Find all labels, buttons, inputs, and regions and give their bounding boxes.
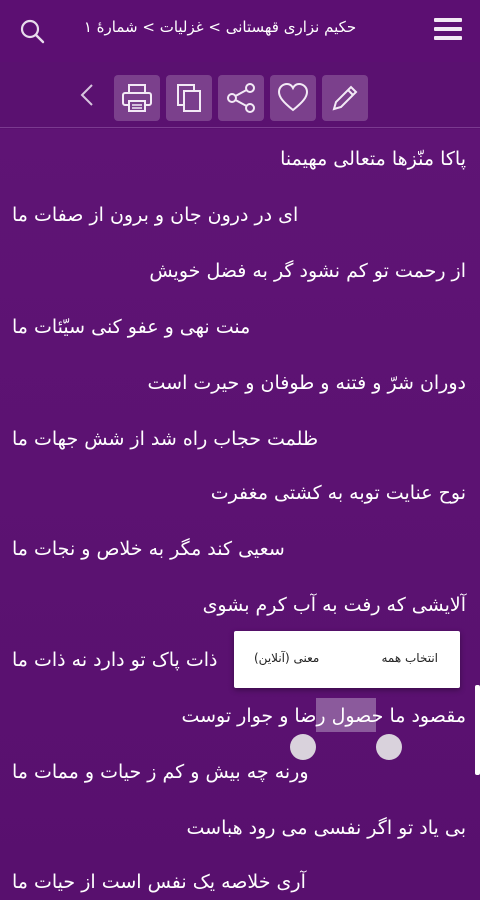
verse-line[interactable]: سعیی کند مگر به خلاص و نجات ما <box>0 521 480 577</box>
verse-line[interactable]: ورنه چه بیش و کم ز حیات و ممات ما <box>0 744 480 800</box>
verse-line[interactable]: منت نهی و عفو کنی سیّئات ما <box>0 299 480 355</box>
copy-icon <box>177 84 201 112</box>
search-icon[interactable] <box>18 17 46 45</box>
verse-line[interactable]: پاکا منّزها متعالی مهیمنا <box>0 131 480 187</box>
breadcrumb: حکیم نزاری قهستانی > غزلیات > شمارهٔ ۱ <box>83 18 357 36</box>
scrollbar[interactable] <box>475 685 480 775</box>
selection-end-handle[interactable] <box>376 734 402 760</box>
hamburger-menu-icon[interactable] <box>434 18 462 42</box>
toolbar <box>0 62 480 128</box>
selection-context-menu: انتخاب همه معنی (آنلاین) <box>234 631 460 688</box>
verse-line[interactable]: دوران شرّ و فتنه و طوفان و حیرت است <box>0 355 480 411</box>
verse-line[interactable]: مقصود ما حصول رضا و جوار توست <box>0 688 480 744</box>
verse-line[interactable]: ظلمت حجاب راه شد از شش جهات ما <box>0 411 480 467</box>
favorite-button[interactable] <box>270 75 316 121</box>
verse-line[interactable]: از رحمت تو کم نشود گر به فضل خویش <box>0 243 480 299</box>
edit-button[interactable] <box>322 75 368 121</box>
print-icon <box>122 84 152 112</box>
print-button[interactable] <box>114 75 160 121</box>
selection-start-handle[interactable] <box>290 734 316 760</box>
app-header: حکیم نزاری قهستانی > غزلیات > شمارهٔ ۱ <box>0 0 480 62</box>
meaning-online-option[interactable]: معنی (آنلاین) <box>254 651 319 665</box>
verse-line[interactable]: آری خلاصه یک نفس است از حیات ما <box>0 854 480 900</box>
chevron-left-icon[interactable] <box>76 82 100 108</box>
edit-icon <box>332 85 358 111</box>
verse-line[interactable]: ای در درون جان و برون از صفات ما <box>0 187 480 243</box>
verse-line[interactable]: آلایشی که رفت به آب کرم بشوی <box>0 577 480 633</box>
share-icon <box>227 83 255 113</box>
copy-button[interactable] <box>166 75 212 121</box>
verse-line[interactable]: نوح عنایت توبه به کشتی مغفرت <box>0 465 480 521</box>
select-all-option[interactable]: انتخاب همه <box>381 651 438 665</box>
verse-line[interactable]: بی یاد تو اگر نفسی می رود هباست <box>0 800 480 856</box>
heart-icon <box>277 82 309 112</box>
share-button[interactable] <box>218 75 264 121</box>
